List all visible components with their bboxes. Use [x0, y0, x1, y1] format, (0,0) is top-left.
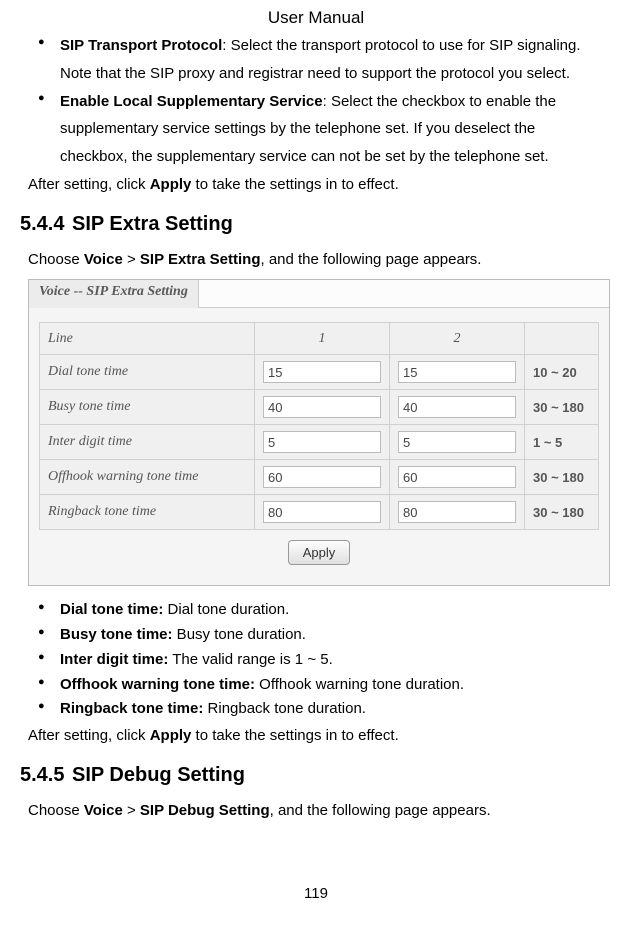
tab-empty-area — [199, 280, 609, 308]
row-label: Inter digit time — [40, 425, 255, 460]
after-setting-pre: After setting, click — [28, 727, 150, 744]
choose-b1: Voice — [84, 802, 123, 819]
range-value: 30 ~ 180 — [525, 390, 599, 425]
section-title: SIP Debug Setting — [72, 764, 245, 786]
dial-tone-time-input-1[interactable] — [263, 361, 381, 383]
desc-bullet-item: Inter digit time: The valid range is 1 ~… — [60, 648, 612, 673]
busy-tone-time-input-1[interactable] — [263, 396, 381, 418]
desc-bullet-item: Ringback tone time: Ringback tone durati… — [60, 697, 612, 722]
bullet-sep: : — [222, 37, 230, 54]
desc-text: Dial tone duration. — [163, 601, 289, 618]
row-label: Dial tone time — [40, 355, 255, 390]
choose-pre: Choose — [28, 802, 84, 819]
section-number: 5.4.4 — [20, 213, 72, 236]
bullet-term: SIP Transport Protocol — [60, 37, 222, 54]
desc-term: Offhook warning tone time: — [60, 676, 255, 693]
table-header-row: Line 1 2 — [40, 323, 599, 355]
choose-pre: Choose — [28, 251, 84, 268]
settings-table: Line 1 2 Dial tone time 10 ~ 20 Busy ton… — [39, 322, 599, 530]
choose-post: , and the following page appears. — [260, 251, 481, 268]
desc-term: Busy tone time: — [60, 626, 173, 643]
after-setting-note: After setting, click Apply to take the s… — [20, 171, 612, 199]
range-value: 30 ~ 180 — [525, 495, 599, 530]
desc-text: Ringback tone duration. — [203, 700, 366, 717]
table-row: Busy tone time 30 ~ 180 — [40, 390, 599, 425]
ringback-tone-input-1[interactable] — [263, 501, 381, 523]
range-value: 10 ~ 20 — [525, 355, 599, 390]
busy-tone-time-input-2[interactable] — [398, 396, 516, 418]
table-row: Offhook warning tone time 30 ~ 180 — [40, 460, 599, 495]
header-col-2: 2 — [390, 323, 525, 355]
breadcrumb-instruction: Choose Voice > SIP Debug Setting, and th… — [20, 797, 612, 825]
tab-row: Voice -- SIP Extra Setting — [29, 280, 609, 308]
settings-panel: Line 1 2 Dial tone time 10 ~ 20 Busy ton… — [29, 308, 609, 585]
inter-digit-time-input-2[interactable] — [398, 431, 516, 453]
offhook-warning-input-2[interactable] — [398, 466, 516, 488]
bullet-term: Enable Local Supplementary Service — [60, 93, 323, 110]
section-title: SIP Extra Setting — [72, 213, 233, 235]
after-setting-suf: to take the settings in to effect. — [191, 176, 398, 193]
intro-bullet-list: SIP Transport Protocol: Select the trans… — [20, 32, 612, 171]
header-line-label: Line — [40, 323, 255, 355]
apply-button[interactable]: Apply — [288, 540, 351, 565]
header-col-1: 1 — [255, 323, 390, 355]
after-setting-suf: to take the settings in to effect. — [191, 727, 398, 744]
ringback-tone-input-2[interactable] — [398, 501, 516, 523]
choose-b1: Voice — [84, 251, 123, 268]
choose-b2: SIP Extra Setting — [140, 251, 261, 268]
row-label: Busy tone time — [40, 390, 255, 425]
row-label: Offhook warning tone time — [40, 460, 255, 495]
choose-b2: SIP Debug Setting — [140, 802, 270, 819]
desc-text: Offhook warning tone duration. — [255, 676, 464, 693]
range-value: 30 ~ 180 — [525, 460, 599, 495]
dial-tone-time-input-2[interactable] — [398, 361, 516, 383]
desc-bullet-item: Dial tone time: Dial tone duration. — [60, 598, 612, 623]
tab-sip-extra-setting[interactable]: Voice -- SIP Extra Setting — [29, 280, 199, 308]
desc-term: Ringback tone time: — [60, 700, 203, 717]
description-bullet-list: Dial tone time: Dial tone duration. Busy… — [20, 598, 612, 722]
desc-term: Inter digit time: — [60, 651, 168, 668]
desc-text: Busy tone duration. — [173, 626, 306, 643]
desc-term: Dial tone time: — [60, 601, 163, 618]
choose-mid: > — [123, 802, 140, 819]
embedded-ui-screenshot: Voice -- SIP Extra Setting Line 1 2 Dial… — [28, 279, 610, 586]
desc-bullet-item: Busy tone time: Busy tone duration. — [60, 623, 612, 648]
page-number: 119 — [0, 885, 632, 902]
after-setting-bold: Apply — [150, 176, 192, 193]
breadcrumb-instruction: Choose Voice > SIP Extra Setting, and th… — [20, 246, 612, 274]
table-row: Ringback tone time 30 ~ 180 — [40, 495, 599, 530]
intro-bullet-item: Enable Local Supplementary Service: Sele… — [60, 88, 612, 171]
after-setting-bold: Apply — [150, 727, 192, 744]
offhook-warning-input-1[interactable] — [263, 466, 381, 488]
range-value: 1 ~ 5 — [525, 425, 599, 460]
table-row: Inter digit time 1 ~ 5 — [40, 425, 599, 460]
desc-text: The valid range is 1 ~ 5. — [168, 651, 332, 668]
choose-mid: > — [123, 251, 140, 268]
desc-bullet-item: Offhook warning tone time: Offhook warni… — [60, 673, 612, 698]
inter-digit-time-input-1[interactable] — [263, 431, 381, 453]
after-setting-note: After setting, click Apply to take the s… — [20, 722, 612, 750]
bullet-sep: : — [323, 93, 331, 110]
section-heading-sip-extra: 5.4.4SIP Extra Setting — [20, 199, 612, 246]
table-row: Dial tone time 10 ~ 20 — [40, 355, 599, 390]
header-range — [525, 323, 599, 355]
apply-row: Apply — [39, 530, 599, 575]
row-label: Ringback tone time — [40, 495, 255, 530]
section-heading-sip-debug: 5.4.5SIP Debug Setting — [20, 750, 612, 797]
section-number: 5.4.5 — [20, 764, 72, 787]
choose-post: , and the following page appears. — [270, 802, 491, 819]
intro-bullet-item: SIP Transport Protocol: Select the trans… — [60, 32, 612, 88]
page-header-title: User Manual — [12, 0, 620, 32]
after-setting-pre: After setting, click — [28, 176, 150, 193]
